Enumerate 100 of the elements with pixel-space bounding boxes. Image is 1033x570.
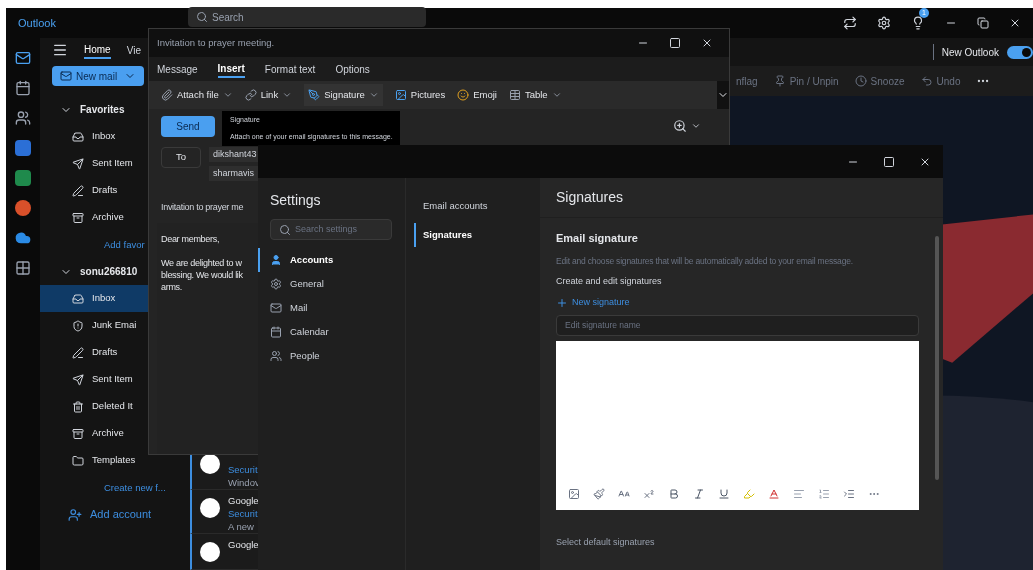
section-description: Edit and choose signatures that will be automatically added to your email message.	[556, 254, 854, 268]
toolbar-button[interactable]: Emoji	[457, 87, 497, 103]
caret-icon	[368, 90, 379, 100]
folder-item[interactable]: Archive	[40, 420, 148, 447]
folder-group-header[interactable]: Favorites	[52, 96, 148, 123]
ribbon-tab[interactable]: Vie	[126, 42, 141, 58]
search-icon	[196, 11, 208, 23]
align-icon[interactable]	[793, 488, 805, 501]
action-icon	[773, 75, 786, 87]
tool-icon	[457, 89, 470, 101]
toolbar-button[interactable]: Signature	[304, 83, 383, 107]
folder-icon	[72, 454, 84, 467]
maximize-icon[interactable]	[883, 155, 895, 168]
excel-app-icon[interactable]	[15, 170, 31, 186]
folder-icon	[72, 346, 84, 359]
italic-icon[interactable]	[693, 488, 705, 501]
send-button[interactable]: Send	[161, 115, 215, 137]
lightbulb-icon[interactable]	[911, 16, 925, 30]
restore-icon[interactable]	[977, 17, 989, 29]
image-icon[interactable]	[568, 488, 580, 501]
settings-nav-item[interactable]: Calendar	[258, 320, 405, 344]
settings-nav-item[interactable]: Accounts	[258, 248, 405, 272]
subsection-label: Create and edit signatures	[556, 275, 663, 289]
folder-icon	[72, 130, 84, 143]
caret-icon	[551, 90, 562, 100]
numbered-list-icon[interactable]	[818, 488, 830, 501]
search-field[interactable]: Search	[188, 7, 426, 27]
tool-icon	[394, 89, 407, 101]
toolbar-button[interactable]: Link	[244, 87, 293, 103]
zoom-icon[interactable]	[673, 119, 687, 133]
window-title: Invitation to prayer meeting.	[157, 35, 275, 50]
settings-title: Settings	[270, 191, 322, 210]
signature-name-field[interactable]: Edit signature name	[556, 315, 919, 337]
expand-ribbon-button[interactable]	[717, 81, 729, 109]
settings-nav-item[interactable]: Mail	[258, 296, 405, 320]
ribbon-action[interactable]: nflag	[736, 73, 758, 89]
settings-nav-item[interactable]: People	[258, 344, 405, 368]
message-preview: A new	[228, 520, 255, 533]
ribbon-tab[interactable]: Home	[84, 41, 111, 59]
folder-item[interactable]: Junk Emai	[40, 312, 148, 339]
new-signature-link[interactable]: New signature	[556, 295, 919, 310]
ribbon-action[interactable]: Snooze	[854, 73, 905, 89]
toolbar-button[interactable]: Table	[508, 87, 562, 103]
ribbon-tab[interactable]: Format text	[264, 61, 316, 77]
folder-item[interactable]: Templates	[40, 447, 148, 474]
maximize-icon[interactable]	[669, 37, 681, 49]
apps-icon[interactable]	[15, 260, 31, 276]
folder-item[interactable]: Drafts	[40, 339, 148, 366]
word-app-icon[interactable]	[15, 140, 31, 156]
folder-link[interactable]: Add favor	[104, 231, 145, 258]
scrollbar[interactable]	[935, 236, 939, 480]
folder-group-header[interactable]: sonu266810	[52, 258, 148, 285]
folder-icon	[72, 184, 84, 197]
toolbar-button[interactable]: Attach file	[161, 87, 233, 103]
settings-icon[interactable]	[877, 16, 891, 30]
settings-subnav-item[interactable]: Email accounts	[414, 194, 540, 218]
new-outlook-toggle[interactable]	[1007, 45, 1033, 59]
folder-item[interactable]: Inbox	[40, 285, 148, 312]
settings-nav-item[interactable]: General	[258, 272, 405, 296]
folder-item[interactable]: Sent Item	[40, 366, 148, 393]
folder-item[interactable]: Sent Item	[40, 150, 148, 177]
new-mail-button[interactable]: New mail	[52, 66, 144, 86]
superscript-icon[interactable]	[643, 488, 655, 501]
body-text: blessing. We would lik	[161, 268, 243, 281]
add-person-icon	[68, 507, 82, 522]
menu-icon[interactable]	[52, 42, 68, 58]
toolbar-button[interactable]: Pictures	[394, 87, 446, 103]
mail-icon[interactable]	[15, 50, 31, 66]
folder-item[interactable]: Archive	[40, 204, 148, 231]
tool-icon	[161, 89, 173, 101]
action-icon	[854, 75, 867, 87]
sync-icon[interactable]	[843, 16, 857, 30]
tool-icon	[244, 89, 257, 101]
brush-icon[interactable]	[593, 488, 605, 501]
powerpoint-app-icon[interactable]	[15, 200, 31, 216]
recipient-chip[interactable]: dikshant43	[209, 147, 261, 162]
close-icon[interactable]	[1009, 17, 1021, 29]
cloud-icon[interactable]	[15, 230, 31, 246]
bold-icon[interactable]	[668, 488, 680, 501]
people-icon[interactable]	[15, 110, 31, 126]
message-subject: Securit	[228, 463, 259, 476]
ribbon-action[interactable]: Undo	[920, 73, 961, 89]
underline-icon[interactable]	[718, 488, 730, 501]
folder-item[interactable]: Drafts	[40, 177, 148, 204]
search-icon	[279, 223, 291, 236]
recipient-chip[interactable]: sharmavis	[209, 166, 261, 181]
calendar-icon[interactable]	[15, 80, 31, 96]
font-color-icon[interactable]	[768, 488, 780, 501]
add-account-link[interactable]: Add account	[52, 501, 190, 528]
ribbon-tab[interactable]: Insert	[217, 60, 245, 78]
avatar	[200, 498, 220, 518]
folder-item[interactable]: Inbox	[40, 123, 148, 150]
folder-link[interactable]: Create new f...	[104, 474, 166, 501]
folder-item[interactable]: Deleted It	[40, 393, 148, 420]
ribbon-action[interactable]: Pin / Unpin	[773, 73, 839, 89]
ribbon-tab[interactable]: Options	[335, 61, 370, 77]
ribbon-tab[interactable]: Message	[157, 61, 198, 77]
to-button[interactable]: To	[161, 147, 201, 168]
indent-icon[interactable]	[843, 488, 855, 501]
close-icon[interactable]	[701, 37, 713, 49]
